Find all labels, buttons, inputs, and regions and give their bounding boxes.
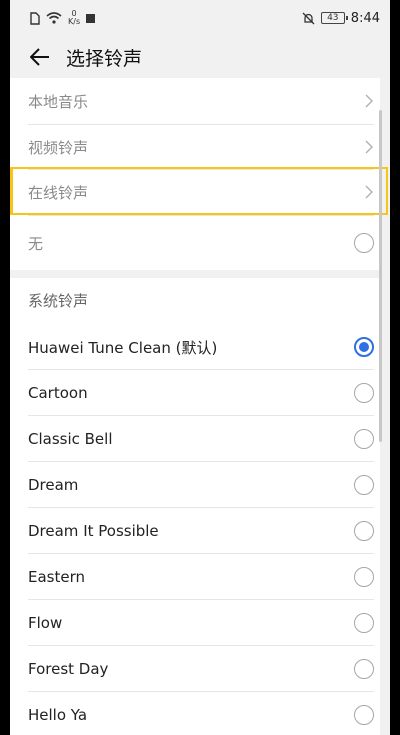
status-bar: 0 K/s 43 8:44 xyxy=(10,0,390,36)
ringtone-label: Eastern xyxy=(28,568,86,586)
highlight-marker xyxy=(10,167,13,215)
battery-level: 43 xyxy=(327,13,339,23)
network-speed: 0 K/s xyxy=(68,10,80,26)
ringtone-label: Dream xyxy=(28,476,79,494)
system-ringtones-card: 系统铃声 Huawei Tune Clean (默认) Cartoon Classi… xyxy=(10,278,380,735)
ringtone-item[interactable]: Cartoon xyxy=(28,370,374,416)
ringtone-item[interactable]: Forest Day xyxy=(28,646,374,692)
network-speed-unit: K/s xyxy=(68,17,81,26)
status-right: 43 8:44 xyxy=(302,11,380,26)
clock: 8:44 xyxy=(350,10,380,26)
ringtone-item[interactable]: Dream It Possible xyxy=(28,508,374,554)
back-button[interactable] xyxy=(18,37,62,77)
ringtone-label: Huawei Tune Clean (默认) xyxy=(28,338,218,357)
ringtone-item[interactable]: Flow xyxy=(28,600,374,646)
local-music-item[interactable]: 本地音乐 xyxy=(28,78,374,124)
ringtone-label: Dream It Possible xyxy=(28,522,159,540)
radio-unselected[interactable] xyxy=(354,383,374,403)
none-radio[interactable] xyxy=(354,233,374,253)
video-ringtone-label: 视频铃声 xyxy=(28,138,89,157)
chevron-right-icon xyxy=(365,185,373,199)
page-title: 选择铃声 xyxy=(66,47,143,70)
mute-icon xyxy=(302,12,315,24)
radio-unselected[interactable] xyxy=(354,659,374,679)
radio-selected[interactable] xyxy=(354,337,374,357)
radio-unselected[interactable] xyxy=(354,521,374,541)
sim-card-icon xyxy=(30,11,40,25)
system-ringtones-title: 系统铃声 xyxy=(28,292,89,310)
online-ringtone-item[interactable]: 在线铃声 xyxy=(28,170,374,214)
chevron-right-icon xyxy=(365,140,373,154)
radio-unselected[interactable] xyxy=(354,475,374,495)
scrollbar[interactable] xyxy=(379,110,382,442)
ringtone-item[interactable]: Dream xyxy=(28,462,374,508)
none-ringtone-label: 无 xyxy=(28,234,44,253)
ringtone-label: Forest Day xyxy=(28,660,109,678)
ringtone-label: Cartoon xyxy=(28,384,88,402)
online-ringtone-label: 在线铃声 xyxy=(28,183,89,202)
phone-screen: 0 K/s 43 8:44 选择铃声 本地音乐 视频铃声 在线铃声 无 系统铃声… xyxy=(10,0,390,735)
ringtone-item[interactable]: Eastern xyxy=(28,554,374,600)
none-ringtone-item[interactable]: 无 xyxy=(28,216,374,270)
ringtone-label: Flow xyxy=(28,614,63,632)
ringtone-item[interactable]: Classic Bell xyxy=(28,416,374,462)
ringtone-item[interactable]: Hello Ya xyxy=(28,692,374,735)
ringtone-label: Classic Bell xyxy=(28,430,113,448)
ringtone-item[interactable]: Huawei Tune Clean (默认) xyxy=(28,324,374,370)
notification-icon xyxy=(86,13,96,23)
chevron-right-icon xyxy=(365,94,373,108)
back-arrow-icon xyxy=(30,48,49,66)
radio-unselected[interactable] xyxy=(354,705,374,725)
radio-unselected[interactable] xyxy=(354,613,374,633)
local-music-label: 本地音乐 xyxy=(28,92,89,111)
app-header: 选择铃声 xyxy=(10,36,390,78)
status-left: 0 K/s xyxy=(30,10,96,26)
battery-icon: 43 xyxy=(320,12,348,24)
ringtone-sources-card: 本地音乐 视频铃声 在线铃声 无 xyxy=(10,78,380,270)
radio-unselected[interactable] xyxy=(354,567,374,587)
wifi-icon xyxy=(46,12,62,24)
ringtone-label: Hello Ya xyxy=(28,706,88,724)
video-ringtone-item[interactable]: 视频铃声 xyxy=(28,125,374,169)
radio-unselected[interactable] xyxy=(354,429,374,449)
